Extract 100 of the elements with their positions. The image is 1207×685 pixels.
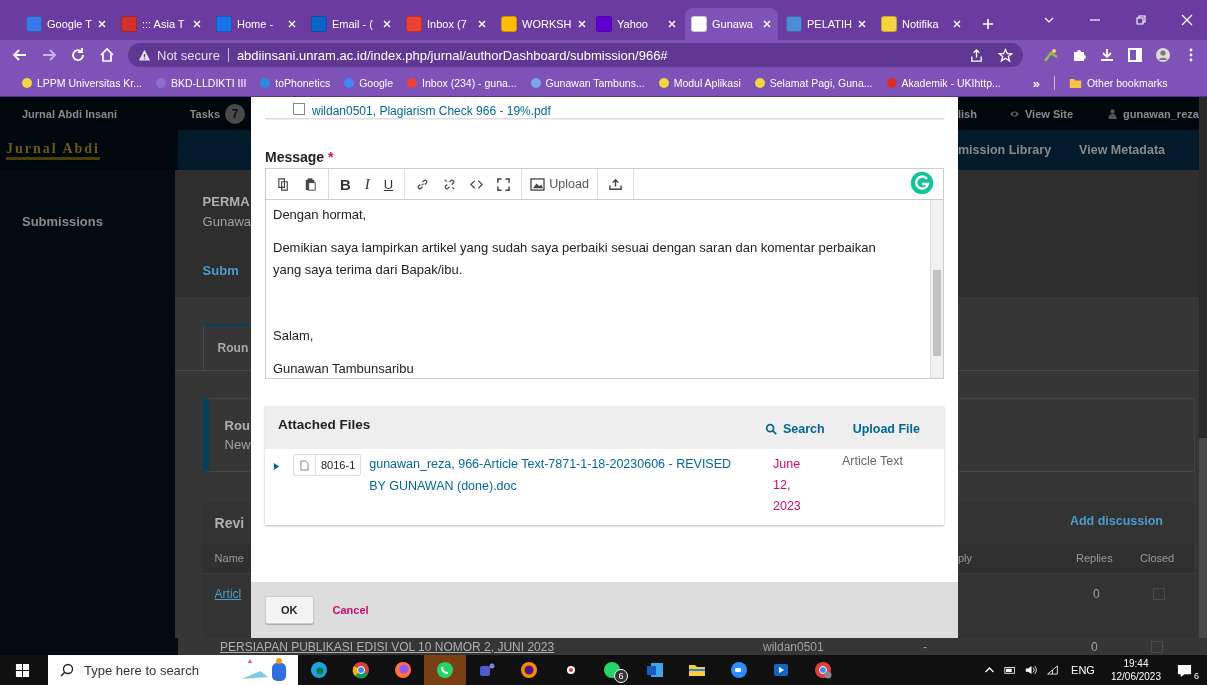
back-arrow-icon[interactable]: [12, 47, 28, 63]
ok-button[interactable]: OK: [265, 596, 314, 624]
bookmark-item[interactable]: Akademik - UKIhttp...: [886, 77, 1001, 89]
workflow-tab[interactable]: Subm: [202, 263, 251, 278]
message-paragraph: Demikian saya lampirkan artikel yang sudah saya perbaiki sesuai dengan saran dan komentar perbaikan yang saya terima dari Bapak/ibu.: [273, 239, 877, 279]
clock-time: 19:44: [1123, 657, 1149, 670]
bookmark-item[interactable]: toPhonetics: [260, 77, 331, 89]
image-icon: [530, 177, 546, 191]
windows-start-icon[interactable]: [15, 662, 30, 678]
panel-title: Attached Files: [278, 417, 372, 432]
bold-button[interactable]: B: [333, 175, 358, 193]
reload-icon[interactable]: [70, 47, 86, 63]
speaker-icon[interactable]: [1025, 664, 1039, 676]
bookmark-item[interactable]: Modul Aplikasi: [658, 77, 741, 89]
share-icon[interactable]: [969, 47, 984, 63]
close-icon[interactable]: [762, 19, 772, 29]
search-link[interactable]: Search: [764, 421, 825, 436]
cancel-link[interactable]: Cancel: [332, 604, 369, 616]
chat-app-icon[interactable]: [424, 655, 466, 685]
upload-file-link[interactable]: Upload File: [852, 421, 920, 436]
home-icon[interactable]: [99, 47, 115, 63]
browser-tab[interactable]: Email - (: [305, 8, 398, 40]
file-link[interactable]: gunawan_reza, 966-Article Text-7871-1-18-20230606 - REVISED BY GUNAWAN (done).doc: [369, 453, 733, 497]
clock-date: 12/06/2023: [1110, 670, 1161, 683]
plus-icon[interactable]: [982, 18, 994, 30]
message-editor[interactable]: B I U Upload Dengan hormat, Demikian saya lampirkan artikel yang sudah saya perbaiki sesuai dengan saran dan komentar perbaikan yang saya terima dari Bapak/ibu. Salam, Gunawan Tambunsaribu: [265, 168, 944, 379]
close-icon[interactable]: [477, 19, 487, 29]
input-language[interactable]: ENG: [1071, 664, 1095, 676]
add-discussion-link[interactable]: Add discussion: [1069, 514, 1163, 528]
close-icon[interactable]: [576, 19, 587, 29]
chat-app-icon[interactable]: 6: [592, 655, 634, 685]
favicon-icon: [121, 16, 137, 32]
language-link[interactable]: lish: [958, 107, 977, 120]
eye-icon: [1008, 108, 1020, 119]
journal-logo[interactable]: Jurnal Abdi: [6, 140, 100, 160]
notification-button[interactable]: 6: [1177, 659, 1199, 681]
close-icon[interactable]: [287, 19, 297, 29]
close-icon[interactable]: [382, 19, 392, 29]
browser-tab[interactable]: Yahoo: [590, 8, 683, 40]
browser-tab[interactable]: Notifika: [875, 8, 968, 40]
fullscreen-icon[interactable]: [496, 176, 512, 192]
extension-icon[interactable]: [1043, 47, 1059, 63]
user-menu[interactable]: gunawan_reza: [1107, 107, 1199, 120]
close-icon[interactable]: [952, 19, 962, 29]
sidebar-item[interactable]: Submissions: [22, 214, 103, 229]
close-icon[interactable]: [667, 19, 677, 29]
star-icon[interactable]: [998, 47, 1013, 63]
battery-icon[interactable]: [1004, 664, 1018, 676]
view-site-link[interactable]: View Site: [1008, 107, 1074, 120]
image-upload-button[interactable]: Upload: [526, 177, 593, 191]
underline-button[interactable]: U: [376, 176, 401, 192]
clock[interactable]: 19:44 12/06/2023: [1110, 657, 1161, 683]
checkbox[interactable]: [293, 103, 305, 115]
bookmark-item[interactable]: BKD-LLDIKTI III: [156, 77, 247, 89]
side-panel-icon[interactable]: [1127, 47, 1143, 63]
submission-author: Gunawa: [202, 214, 251, 229]
more-bookmarks-button[interactable]: »: [1032, 75, 1040, 91]
close-icon[interactable]: [1181, 14, 1193, 26]
browser-tab[interactable]: Inbox (7: [400, 8, 493, 40]
search-icon: [60, 663, 74, 677]
forward-arrow-icon[interactable]: [41, 47, 57, 63]
close-icon[interactable]: [857, 19, 868, 29]
profile-avatar-icon[interactable]: [1155, 47, 1171, 63]
scrollbar[interactable]: [930, 200, 943, 378]
address-bar[interactable]: Not secure abdiinsani.unram.ac.id/index.php/jurnal/authorDashboard/submission/966#: [128, 43, 1023, 67]
browser-tab[interactable]: ::: Asia T: [115, 8, 208, 40]
reply-count: 0: [1091, 639, 1099, 654]
bookmark-item[interactable]: Inbox (234) - guna...: [407, 77, 517, 89]
bookmark-item[interactable]: Google: [344, 77, 394, 89]
restore-icon[interactable]: [1135, 14, 1147, 26]
favicon-icon: [26, 16, 42, 32]
upload-icon[interactable]: [607, 176, 623, 192]
wifi-icon[interactable]: [1046, 664, 1060, 676]
close-icon[interactable]: [192, 19, 202, 29]
browser-tab[interactable]: Home -: [210, 8, 303, 40]
browser-tab[interactable]: Gunawa: [685, 8, 778, 40]
scrollbar[interactable]: [1199, 97, 1207, 638]
discussion-link[interactable]: Articl: [214, 587, 242, 601]
bookmark-item[interactable]: Gunawan Tambuns...: [530, 77, 645, 89]
caret-icon[interactable]: [273, 463, 280, 470]
download-icon[interactable]: [1099, 47, 1115, 63]
reply-count: 0: [1093, 587, 1101, 601]
copy-icon[interactable]: [276, 176, 291, 192]
browser-tab[interactable]: PELATIH: [780, 8, 873, 40]
close-icon[interactable]: [97, 19, 108, 29]
paste-icon[interactable]: [303, 176, 318, 192]
discussion-link[interactable]: PERSIAPAN PUBLIKASI EDISI VOL 10 NOMOR 2, JUNI 2023: [220, 639, 763, 654]
tasks-link[interactable]: Tasks: [189, 107, 220, 120]
file-link[interactable]: wildan0501, Plagiarism Check 966 - 19%.pdf: [312, 105, 551, 118]
navigation-link[interactable]: View Metadata: [1079, 143, 1165, 157]
italic-button[interactable]: I: [357, 175, 377, 193]
puzzle-icon[interactable]: [1071, 47, 1087, 63]
bookmark-folder[interactable]: Other bookmarks: [1068, 77, 1168, 89]
browser-tab[interactable]: WORKSH: [495, 8, 588, 40]
browser-tab[interactable]: Google T: [20, 8, 113, 40]
bookmark-item[interactable]: LPPM Universitas Kr...: [22, 77, 143, 89]
site-name[interactable]: Jurnal Abdi Insani: [22, 107, 117, 120]
navigation-link[interactable]: mission Library: [958, 143, 1052, 157]
search-field[interactable]: Type here to search: [48, 655, 298, 685]
bookmark-item[interactable]: Selamat Pagi, Guna...: [754, 77, 873, 89]
